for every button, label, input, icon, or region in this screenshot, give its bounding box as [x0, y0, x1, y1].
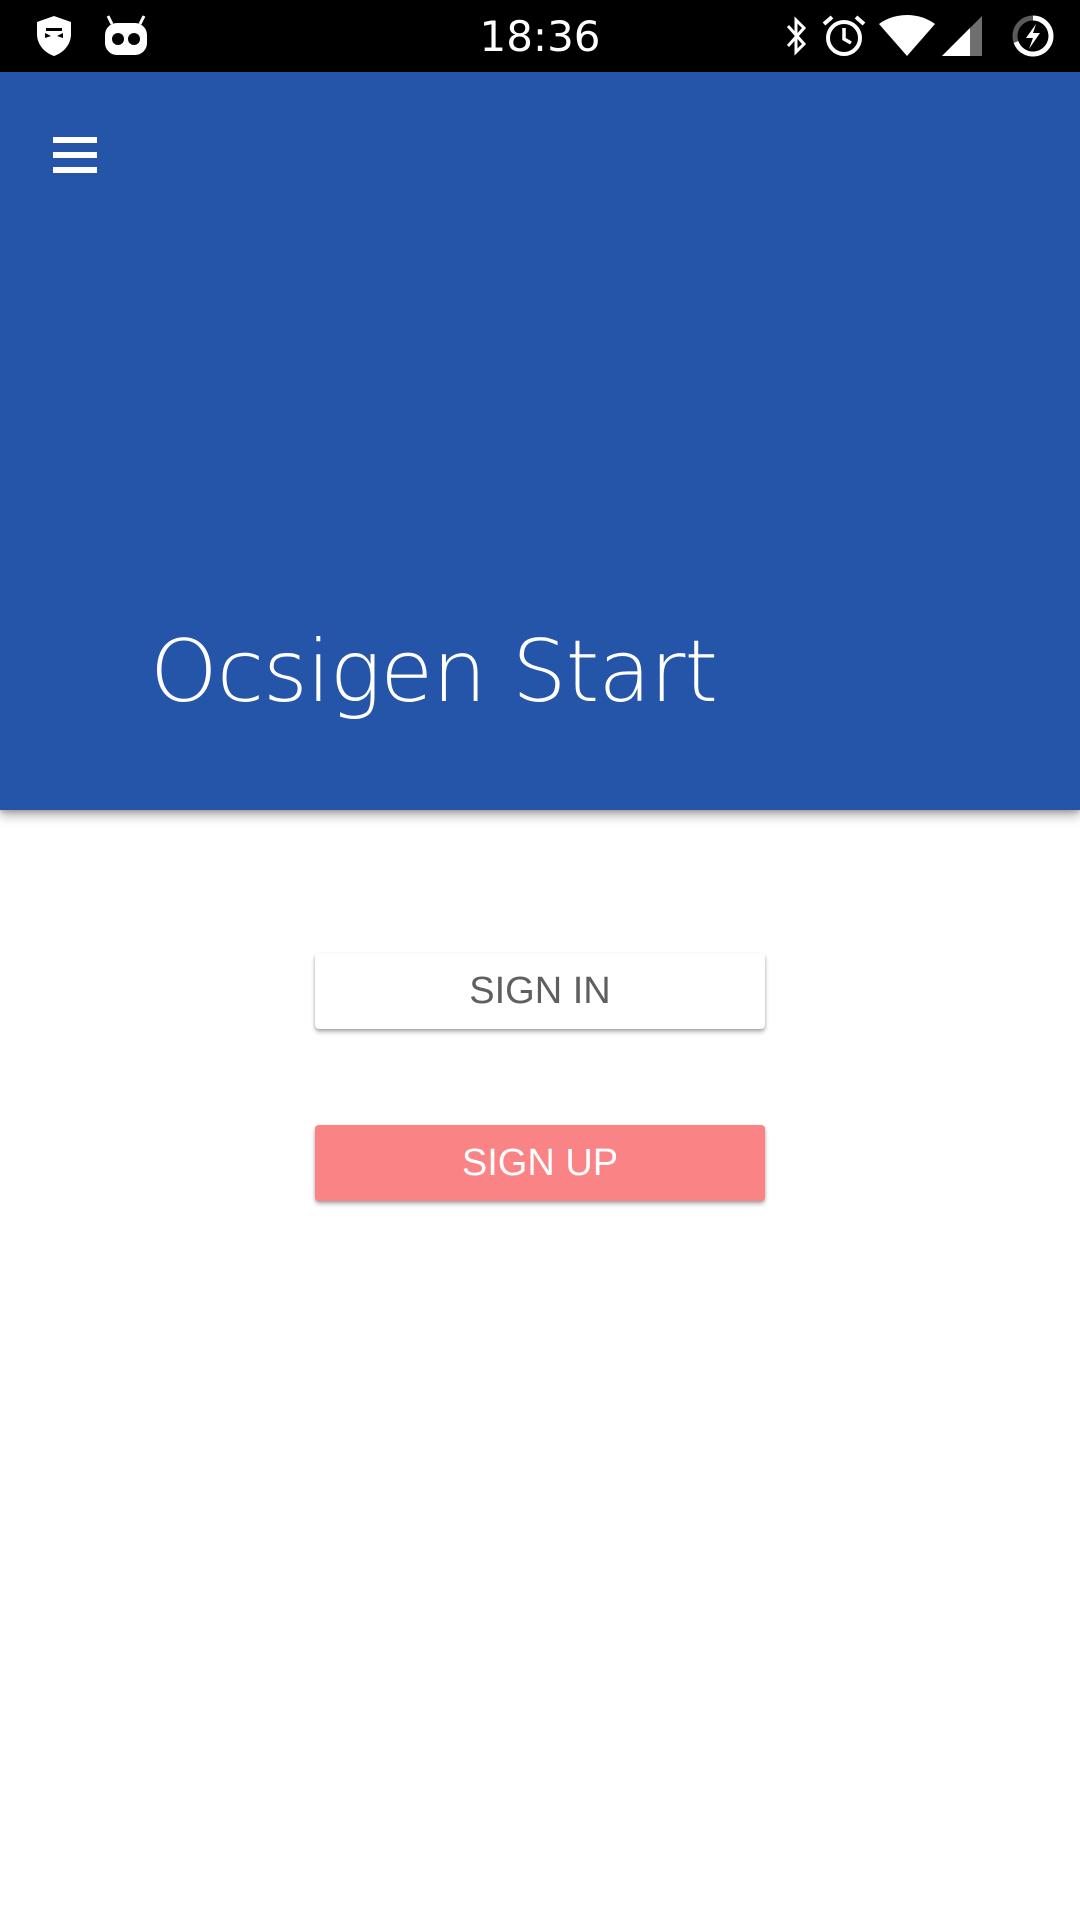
alarm-icon	[822, 15, 866, 56]
sign-up-button[interactable]: SIGN UP	[315, 1125, 765, 1201]
status-bar: 18:36	[0, 0, 1080, 72]
cell-signal-icon	[942, 16, 982, 56]
hamburger-menu-icon[interactable]	[40, 120, 110, 190]
battery-charging-icon	[1012, 15, 1054, 57]
app-title: Ocsigen Start	[150, 622, 718, 722]
bluetooth-icon	[786, 16, 807, 56]
wifi-icon	[879, 15, 935, 56]
app-header: Ocsigen Start	[0, 72, 1080, 810]
sign-in-button[interactable]: SIGN IN	[315, 953, 765, 1029]
